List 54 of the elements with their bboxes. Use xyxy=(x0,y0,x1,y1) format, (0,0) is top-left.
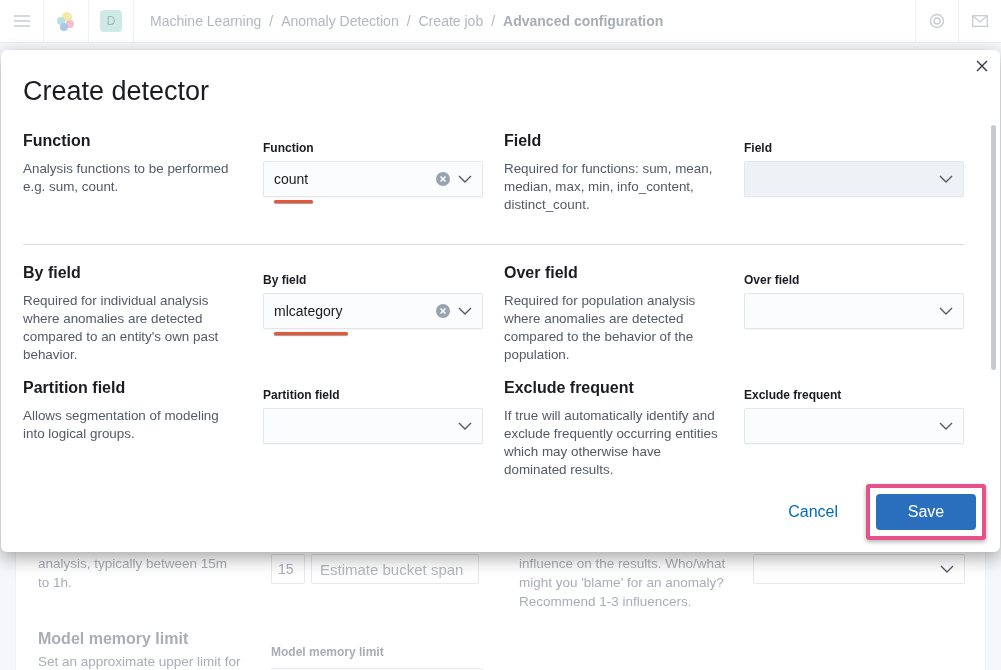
section-heading: Partition field xyxy=(23,378,127,398)
field-label: By field xyxy=(263,273,308,287)
description-text: Required for individual analysis where anomalies are detected compared to an entity's own past behavior. xyxy=(23,292,220,364)
field-label: Over field xyxy=(744,273,801,287)
breadcrumb-link[interactable]: Create job xyxy=(418,13,484,29)
select-field[interactable] xyxy=(744,293,964,329)
estimate-bucket-span-button[interactable]: Estimate bucket span xyxy=(311,554,479,584)
clear-icon[interactable] xyxy=(436,172,450,186)
field-label: Function xyxy=(263,141,315,155)
chevron-icon xyxy=(458,175,472,183)
chevron-icon xyxy=(939,422,953,430)
chevron-icon xyxy=(940,565,954,573)
mail-icon[interactable] xyxy=(972,15,988,27)
select-field[interactable] xyxy=(744,408,964,444)
field-label: Field xyxy=(744,141,773,155)
section-heading: Model memory limit xyxy=(38,629,190,648)
breadcrumb-separator: / xyxy=(406,13,411,29)
section-heading: Function xyxy=(23,131,92,151)
logo-icon[interactable] xyxy=(55,10,77,32)
description-text: Set an approximate upper limit for xyxy=(38,653,242,670)
section-heading: By field xyxy=(23,263,82,283)
field-label: Exclude frequent xyxy=(744,388,843,402)
clear-icon[interactable] xyxy=(436,304,450,318)
breadcrumb-separator: / xyxy=(491,13,496,29)
breadcrumb-separator: / xyxy=(269,13,274,29)
description-text: Allows segmentation of modeling into logical groups. xyxy=(23,407,220,443)
select-field[interactable] xyxy=(263,408,483,444)
description-text: Analysis functions to be performed e.g. sum, count. xyxy=(23,160,230,196)
menu-icon[interactable] xyxy=(13,15,30,27)
save-button[interactable]: Save xyxy=(876,494,976,530)
section-heading: Exclude frequent xyxy=(504,378,635,398)
breadcrumb-link[interactable]: Anomaly Detection xyxy=(281,13,399,29)
select-field[interactable] xyxy=(753,554,965,584)
description-text: Required for functions: sum, mean, median, max, min, info_content, distinct_count. xyxy=(504,160,714,214)
dialog-title: Create detector xyxy=(23,78,211,104)
chevron-icon xyxy=(458,307,472,315)
description-text: analysis, typically between 15m to 1h. xyxy=(38,555,229,592)
breadcrumb-current[interactable]: Advanced configuration xyxy=(503,13,664,29)
field-label: Model memory limit xyxy=(271,644,385,661)
field-label: Partition field xyxy=(263,388,341,402)
chevron-icon xyxy=(939,175,953,183)
chevron-icon xyxy=(458,422,472,430)
chevron-icon xyxy=(939,307,953,315)
scrollbar[interactable] xyxy=(991,125,996,370)
breadcrumb-link[interactable]: Machine Learning xyxy=(150,13,262,29)
description-text: Required for population analysis where anomalies are detected compared to the behavior of the population. xyxy=(504,292,697,364)
section-heading: Field xyxy=(504,131,543,151)
description-text: influence on the results. Who/what might you 'blame' for an anomaly? Recommend 1-3 influencers. xyxy=(519,555,727,611)
description-text: If true will automatically identify and exclude frequently occurring entities which may otherwise have dominated results. xyxy=(504,407,719,479)
section-heading: Over field xyxy=(504,263,579,283)
help-icon[interactable] xyxy=(929,13,945,29)
cancel-link[interactable]: Cancel xyxy=(778,497,848,527)
close-icon[interactable] xyxy=(974,58,990,74)
bucket-span-field[interactable]: 15 xyxy=(271,554,305,584)
